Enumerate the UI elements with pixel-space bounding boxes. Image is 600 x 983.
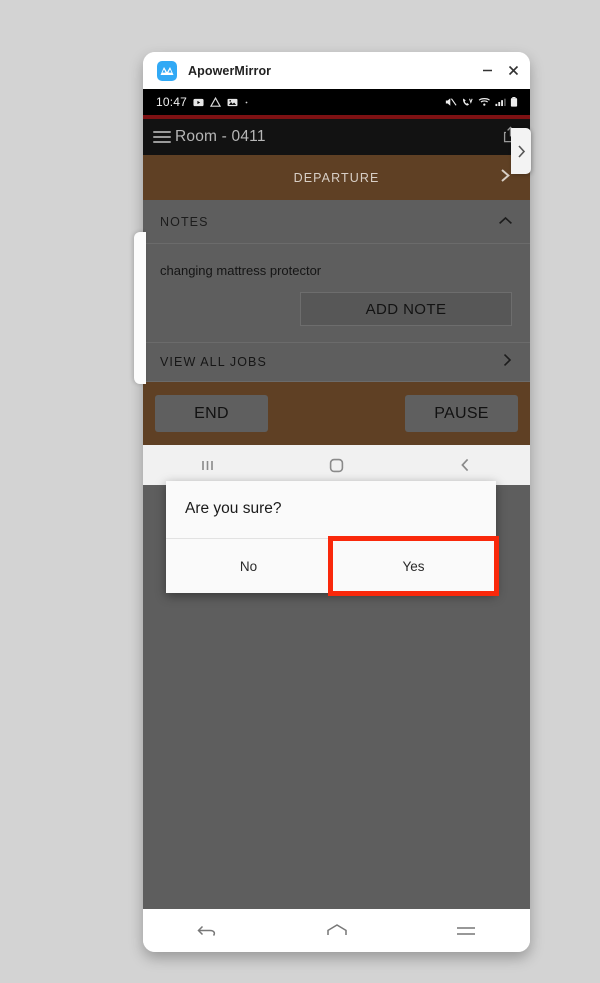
add-note-row: ADD NOTE (143, 278, 530, 342)
app-header-bar: Room - 0411 (143, 119, 530, 155)
google-drive-icon (210, 96, 222, 107)
home-square-icon (329, 458, 344, 472)
volte-call-icon (463, 98, 473, 106)
dot-icon (245, 101, 248, 103)
screenshot-root: ApowerMirror 10:47 Room - 0411 DEPARTURE… (0, 0, 600, 983)
apowermirror-window: ApowerMirror 10:47 Room - 0411 DEPARTURE… (143, 52, 530, 952)
pause-button[interactable]: PAUSE (405, 395, 518, 432)
youtube-icon (193, 98, 204, 106)
minimize-icon (482, 69, 492, 72)
wifi-icon (478, 98, 490, 106)
pc-back-button[interactable] (143, 921, 272, 941)
chevron-up-icon (499, 216, 512, 224)
signal-icon (495, 98, 506, 107)
recents-button[interactable] (143, 458, 272, 473)
notes-panel: NOTES changing mattress protector ADD NO… (143, 200, 530, 382)
android-status-bar: 10:47 (143, 89, 530, 115)
back-chevron-icon (461, 458, 469, 472)
dialog-yes-button[interactable]: Yes (328, 536, 499, 596)
battery-icon (510, 97, 518, 107)
status-bar-right (444, 96, 518, 108)
home-icon (326, 923, 347, 935)
pc-menu-button[interactable] (401, 923, 530, 939)
chevron-right-icon (503, 353, 512, 366)
pc-home-button[interactable] (272, 922, 401, 940)
add-note-button[interactable]: ADD NOTE (300, 292, 512, 326)
app-bar-title: Room - 0411 (175, 128, 266, 145)
mirrored-phone-screen: 10:47 Room - 0411 DEPARTURE NOTES changi… (143, 89, 530, 909)
window-title-bar: ApowerMirror (143, 52, 530, 89)
minimize-button[interactable] (480, 63, 494, 79)
android-navigation-bar (143, 445, 530, 485)
view-all-jobs-row[interactable]: VIEW ALL JOBS (143, 342, 530, 382)
departure-label: DEPARTURE (293, 170, 380, 185)
window-app-title: ApowerMirror (188, 63, 272, 78)
apowermirror-control-bar (143, 909, 530, 952)
notes-header[interactable]: NOTES (143, 200, 530, 244)
view-all-jobs-label: VIEW ALL JOBS (160, 355, 267, 369)
back-button[interactable] (401, 457, 530, 473)
photos-icon (227, 98, 238, 106)
home-button[interactable] (272, 457, 401, 474)
dialog-actions: No Yes (166, 536, 499, 596)
window-controls (480, 63, 520, 79)
job-action-bar: END PAUSE (143, 382, 530, 445)
menu-icon (456, 926, 475, 935)
close-button[interactable] (506, 63, 520, 79)
end-button[interactable]: END (155, 395, 268, 432)
recents-icon (202, 460, 213, 470)
dialog-title: Are you sure? (166, 481, 496, 539)
dialog-no-button[interactable]: No (166, 539, 331, 593)
confirmation-dialog: Are you sure? No Yes (166, 481, 499, 596)
close-icon (508, 65, 518, 76)
left-panel-handle[interactable] (134, 232, 146, 384)
right-panel-handle[interactable] (511, 128, 531, 174)
mute-icon (445, 98, 457, 106)
status-bar-left: 10:47 (156, 95, 249, 109)
note-text: changing mattress protector (160, 263, 322, 278)
status-bar-time: 10:47 (156, 95, 188, 109)
chevron-right-icon (517, 144, 525, 158)
notes-title: NOTES (160, 214, 209, 229)
apowermirror-logo-icon (157, 60, 177, 81)
hamburger-menu-icon[interactable] (153, 131, 171, 143)
view-all-jobs-chevron (502, 353, 513, 372)
back-arrow-icon (196, 925, 215, 936)
departure-row[interactable]: DEPARTURE (143, 155, 530, 200)
notes-collapse-toggle[interactable] (498, 213, 513, 231)
